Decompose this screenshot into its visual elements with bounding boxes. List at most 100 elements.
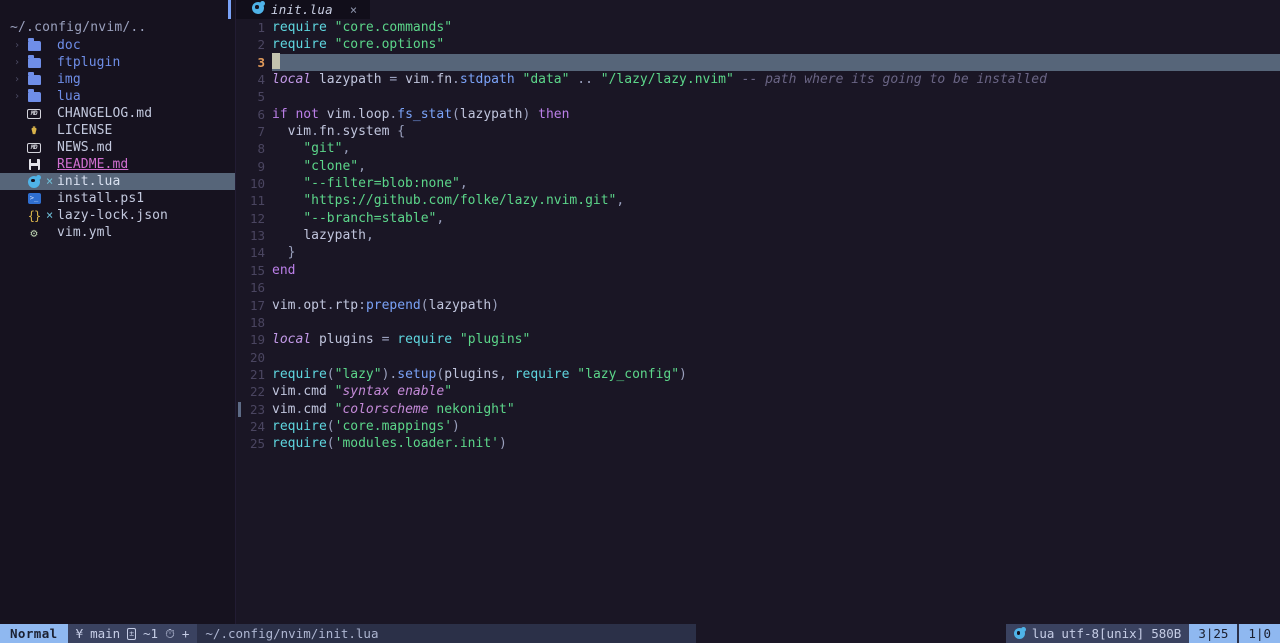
code-line[interactable]: 16: [236, 279, 1280, 296]
tree-item-license[interactable]: ⚱ LICENSE: [0, 122, 236, 139]
code-line[interactable]: 3: [236, 53, 1280, 72]
code-token: .: [350, 106, 359, 122]
file-explorer-sidebar[interactable]: ~/.config/nvim/.. › doc › ftplugin › img › …: [0, 0, 236, 624]
code-token: stdpath: [459, 72, 515, 88]
folder-icon: [26, 55, 42, 68]
tree-item-label: lazy-lock.json: [57, 208, 168, 223]
status-filetype: lua: [1031, 626, 1055, 641]
status-git[interactable]: ¥ main ± ~1 ⏱ +: [67, 624, 198, 643]
line-number: 4: [257, 72, 265, 88]
code-line[interactable]: 4 local lazypath = vim.fn.stdpath "data" …: [236, 71, 1280, 88]
chevron-right-icon[interactable]: ›: [14, 54, 26, 71]
code-token: fn: [318, 124, 335, 140]
code-token: require: [514, 366, 570, 382]
code-line-content: "--filter=blob:none",: [272, 175, 1280, 192]
code-token: ,: [436, 210, 445, 226]
code-line[interactable]: 18: [236, 314, 1280, 331]
code-line-content: if not vim.loop.fs_stat(lazypath) then: [272, 106, 1280, 123]
code-token: if: [272, 106, 288, 122]
code-line[interactable]: 13 lazypath,: [236, 227, 1280, 244]
git-branch-label: main: [90, 626, 121, 641]
code-line[interactable]: 1 require "core.commands": [236, 19, 1280, 36]
chevron-right-icon[interactable]: ›: [14, 37, 26, 54]
status-progress: 1|0: [1237, 624, 1280, 643]
modified-marker-icon: ×: [46, 208, 54, 222]
code-line[interactable]: 19 local plugins = require "plugins": [236, 331, 1280, 348]
tree-item-lazy-lock-json[interactable]: {} × lazy-lock.json: [0, 207, 236, 224]
code-line[interactable]: 9 "clone",: [236, 158, 1280, 175]
code-line[interactable]: 14 }: [236, 244, 1280, 261]
code-token: ,: [365, 228, 374, 244]
code-token: ": [444, 384, 453, 400]
code-token: ,: [459, 176, 468, 192]
code-token: "lazy_config": [577, 366, 680, 382]
diff-modified-icon: ±: [127, 627, 137, 640]
code-line[interactable]: 2 require "core.options": [236, 36, 1280, 53]
tabline[interactable]: init.lua ×: [228, 0, 1280, 19]
chevron-right-icon[interactable]: ›: [14, 71, 26, 88]
code-token: (: [326, 418, 335, 434]
code-token: ): [491, 297, 500, 313]
tree-item-img[interactable]: › img: [0, 71, 236, 88]
code-line[interactable]: 7 vim.fn.system {: [236, 123, 1280, 140]
code-line[interactable]: 6 if not vim.loop.fs_stat(lazypath) then: [236, 106, 1280, 123]
code-line[interactable]: 25 require('modules.loader.init'): [236, 435, 1280, 452]
tree-item-ftplugin[interactable]: › ftplugin: [0, 54, 236, 71]
gear-icon: ⚙: [30, 225, 38, 240]
git-branch-icon: ¥: [75, 626, 84, 641]
file-tree-list[interactable]: › doc › ftplugin › img › lua MD CHANGELOG.m…: [0, 37, 236, 241]
status-file-info: lua utf-8[unix] 580B: [1005, 624, 1190, 643]
line-number: 8: [257, 141, 265, 157]
code-line[interactable]: 22 vim.cmd "syntax enable": [236, 383, 1280, 400]
tree-item-lua[interactable]: › lua: [0, 88, 236, 105]
code-line[interactable]: 23 vim.cmd "colorscheme nekonight": [236, 401, 1280, 418]
code-line-content: require "core.options": [272, 36, 1280, 53]
tree-item-readme-md[interactable]: README.md: [0, 156, 236, 173]
code-line[interactable]: 5: [236, 88, 1280, 105]
line-number: 24: [249, 418, 265, 434]
tab-init-lua[interactable]: init.lua ×: [236, 0, 371, 19]
code-line[interactable]: 11 "https://github.com/folke/lazy.nvim.g…: [236, 192, 1280, 209]
tree-item-doc[interactable]: › doc: [0, 37, 236, 54]
code-viewport[interactable]: 1 require "core.commands" 2 require "core.o…: [236, 19, 1280, 624]
code-line-content: }: [272, 244, 1280, 261]
code-token: require: [272, 366, 327, 382]
code-line[interactable]: 15 end: [236, 262, 1280, 279]
tree-item-changelog-md[interactable]: MD CHANGELOG.md: [0, 105, 236, 122]
code-line[interactable]: 8 "git",: [236, 140, 1280, 157]
tab-list[interactable]: init.lua ×: [236, 0, 371, 19]
code-line[interactable]: 21 require("lazy").setup(plugins, require…: [236, 366, 1280, 383]
line-number: 9: [257, 158, 265, 174]
code-token: plugins: [318, 332, 374, 348]
code-line[interactable]: 24 require('core.mappings'): [236, 418, 1280, 435]
code-line[interactable]: 20: [236, 349, 1280, 366]
code-line[interactable]: 12 "--branch=stable",: [236, 210, 1280, 227]
tree-item-news-md[interactable]: MD NEWS.md: [0, 139, 236, 156]
code-line-content: require "core.commands": [272, 19, 1280, 36]
tree-root-path: ~/.config/nvim/..: [10, 20, 147, 35]
code-line[interactable]: 17 vim.opt.rtp:prepend(lazypath): [236, 297, 1280, 314]
chevron-right-icon[interactable]: ›: [14, 88, 26, 105]
line-number: 15: [249, 262, 265, 278]
code-line-content: vim.opt.rtp:prepend(lazypath): [272, 297, 1280, 314]
tree-item-vim-yml[interactable]: ⚙ vim.yml: [0, 224, 236, 241]
code-token: 'modules.loader.init': [334, 436, 499, 452]
line-number: 16: [249, 280, 265, 296]
tree-item-label: img: [57, 72, 81, 87]
code-line-content: require("lazy").setup(plugins, require "…: [272, 366, 1280, 383]
code-line[interactable]: 10 "--filter=blob:none",: [236, 175, 1280, 192]
code-token: (: [326, 366, 335, 382]
folder-icon: [26, 38, 42, 51]
code-token: rtp: [334, 297, 359, 313]
code-lines[interactable]: 1 require "core.commands" 2 require "core.o…: [236, 19, 1280, 453]
tree-item-init-lua[interactable]: × init.lua: [0, 173, 236, 190]
tree-item-install-ps1[interactable]: >_ install.ps1: [0, 190, 236, 207]
code-token: cmd: [303, 401, 327, 417]
close-icon[interactable]: ×: [350, 3, 357, 17]
